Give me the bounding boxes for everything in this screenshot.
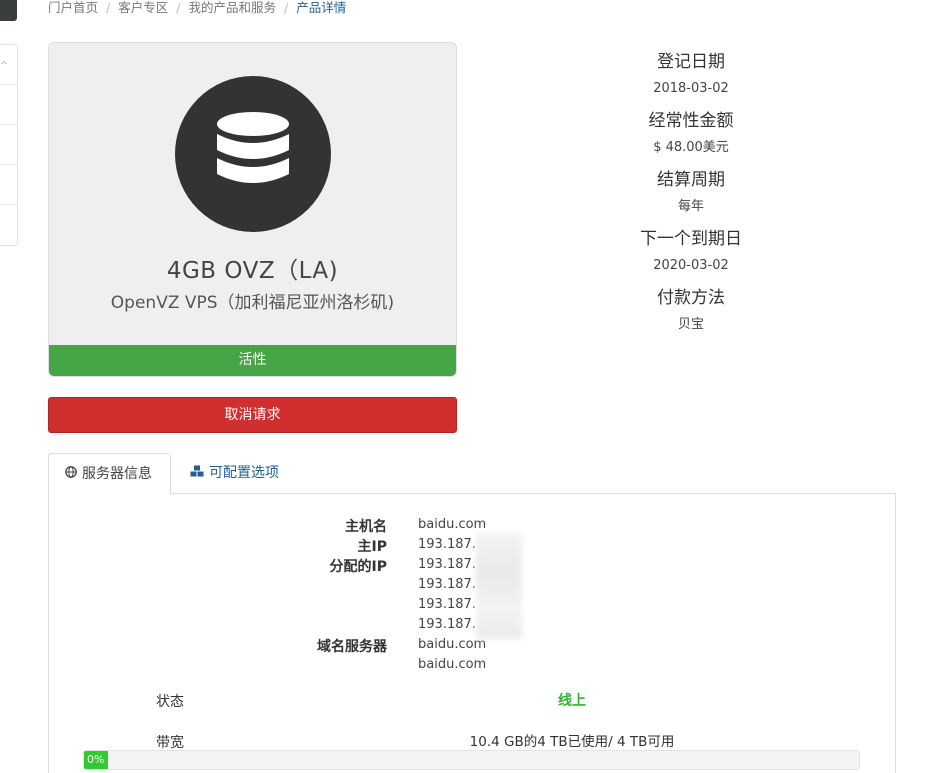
sidebar-item[interactable] — [0, 205, 17, 245]
breadcrumb-home[interactable]: 门户首页 — [48, 0, 98, 16]
bandwidth-progress-bar: 0% — [83, 750, 860, 770]
product-tabs: 服务器信息 可配置选项 — [48, 453, 896, 495]
sidebar-panel: ^ — [0, 44, 18, 246]
sidebar-item[interactable] — [0, 85, 17, 125]
request-cancellation-button[interactable]: 取消请求 — [48, 397, 457, 433]
bandwidth-label: 带宽 — [156, 735, 184, 751]
chevron-up-icon[interactable]: ^ — [0, 61, 8, 71]
assigned-ip-value: 193.187. — [418, 617, 476, 632]
product-title: 4GB OVZ（LA) — [166, 258, 339, 284]
registration-date-label: 登记日期 — [657, 52, 725, 72]
tab-server-info-label: 服务器信息 — [82, 466, 152, 482]
database-icon — [217, 112, 289, 183]
tab-server-info[interactable]: 服务器信息 — [48, 453, 171, 495]
assigned-ip-value: 193.187. — [418, 577, 476, 592]
redacted-blur — [476, 533, 522, 639]
sidebar-item[interactable]: ^ — [0, 45, 17, 85]
billing-cycle-value: 每年 — [677, 199, 704, 214]
product-card: 4GB OVZ（LA) OpenVZ VPS（加利福尼亚州洛杉矶) 活性 — [48, 42, 457, 377]
globe-icon — [65, 454, 77, 495]
recurring-amount-label: 经常性金额 — [648, 111, 734, 131]
header-corner — [0, 0, 17, 21]
main-ip-value: 193.187. — [418, 537, 476, 552]
tab-configurable-options[interactable]: 可配置选项 — [174, 453, 295, 495]
recurring-amount-value: $ 48.00美元 — [653, 140, 729, 155]
nameserver-value: baidu.com — [418, 637, 487, 652]
breadcrumb-client-area[interactable]: 客户专区 — [118, 0, 168, 16]
payment-method-value: 贝宝 — [677, 317, 704, 332]
status-online-value: 线上 — [558, 693, 586, 709]
breadcrumb: 门户首页 / 客户专区 / 我的产品和服务 / 产品详情 — [48, 0, 346, 16]
bandwidth-progress-fill: 0% — [84, 751, 108, 769]
product-icon-circle — [175, 76, 331, 232]
cubes-icon — [190, 453, 204, 494]
product-details-list: 登记日期 2018-03-02 经常性金额 $ 48.00美元 结算周期 每年 … — [560, 50, 822, 345]
sidebar-item[interactable] — [0, 165, 17, 205]
hostname-value: baidu.com — [418, 517, 487, 532]
main-ip-label: 主IP — [357, 539, 387, 555]
next-due-date-label: 下一个到期日 — [640, 229, 742, 249]
tab-configurable-options-label: 可配置选项 — [209, 465, 279, 481]
assigned-ips-label: 分配的IP — [329, 559, 387, 575]
nameserver-value: baidu.com — [418, 657, 487, 672]
registration-date-value: 2018-03-02 — [653, 81, 729, 96]
hostname-label: 主机名 — [345, 519, 387, 535]
next-due-date-value: 2020-03-02 — [653, 258, 729, 273]
payment-method-label: 付款方法 — [657, 288, 725, 308]
product-subtitle: OpenVZ VPS（加利福尼亚州洛杉矶) — [110, 293, 395, 313]
product-details-page: 门户首页 / 客户专区 / 我的产品和服务 / 产品详情 ^ 4GB OVZ（LA) Ope… — [0, 0, 951, 773]
billing-cycle-label: 结算周期 — [657, 170, 725, 190]
status-label: 状态 — [156, 694, 184, 710]
sidebar-item[interactable] — [0, 125, 17, 165]
nameservers-label: 域名服务器 — [317, 639, 387, 655]
bandwidth-usage-text: 10.4 GB的4 TB已使用/ 4 TB可用 — [469, 734, 675, 750]
breadcrumb-my-products[interactable]: 我的产品和服务 — [188, 0, 276, 16]
assigned-ip-value: 193.187. — [418, 597, 476, 612]
breadcrumb-product-details: 产品详情 — [296, 0, 347, 15]
assigned-ip-value: 193.187. — [418, 557, 476, 572]
product-status-badge: 活性 — [49, 345, 456, 376]
